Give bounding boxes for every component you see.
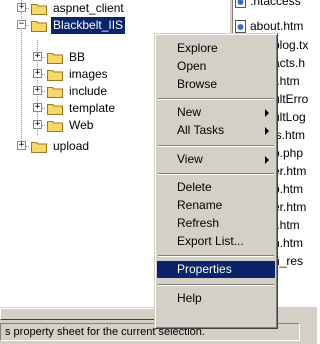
menu-item-open[interactable]: Open (157, 58, 275, 75)
context-menu: Explore Open Browse New All Tasks View D… (154, 33, 278, 329)
menu-item-label: Browse (177, 77, 218, 91)
menu-separator (158, 98, 274, 100)
menu-item-view[interactable]: View (157, 151, 275, 168)
expand-icon[interactable]: + (33, 103, 42, 112)
menu-item-label: Rename (177, 198, 223, 212)
tree-item-label: aspnet_client (53, 1, 124, 15)
menu-item-help[interactable]: Help (157, 290, 275, 307)
menu-item-rename[interactable]: Rename (157, 197, 275, 214)
collapse-icon[interactable]: − (17, 20, 26, 29)
menu-item-label: Help (177, 291, 202, 305)
tree-item-label: template (69, 101, 116, 115)
tree-item-label: upload (53, 139, 90, 153)
expand-icon[interactable]: + (33, 86, 42, 95)
menu-item-new[interactable]: New (157, 104, 275, 121)
menu-item-label: Delete (177, 180, 212, 194)
file-name: ultErro (273, 92, 309, 106)
folder-icon (47, 53, 63, 64)
tree-item-label: include (69, 84, 108, 98)
menu-item-label: Properties (177, 262, 232, 276)
menu-item-browse[interactable]: Browse (157, 76, 275, 93)
tree-item-blackbelt-iis[interactable]: − Blackbelt_IIS (0, 16, 229, 35)
folder-icon (31, 142, 47, 153)
folder-icon (47, 87, 63, 98)
open-folder-icon (31, 21, 47, 32)
file-name: blog.tx (273, 38, 309, 52)
file-name: .htaccess (250, 0, 301, 8)
submenu-arrow-icon (265, 109, 269, 117)
submenu-arrow-icon (265, 127, 269, 135)
menu-item-label: All Tasks (177, 123, 225, 137)
expand-icon[interactable]: + (33, 69, 42, 78)
submenu-arrow-icon (265, 156, 269, 164)
menu-item-properties[interactable]: Properties (157, 261, 275, 278)
menu-item-delete[interactable]: Delete (157, 179, 275, 196)
tree-item-aspnet-client[interactable]: + aspnet_client (0, 0, 229, 17)
menu-item-all-tasks[interactable]: All Tasks (157, 122, 275, 139)
folder-icon (31, 4, 47, 15)
file-name: about.htm (250, 19, 304, 33)
tree-item-label: Web (69, 118, 94, 132)
menu-item-label: Open (177, 59, 207, 73)
tree-item-label: Blackbelt_IIS (49, 16, 127, 35)
menu-item-refresh[interactable]: Refresh (157, 215, 275, 232)
folder-icon (47, 70, 63, 81)
menu-separator (158, 173, 274, 175)
menu-item-export-list[interactable]: Export List... (157, 233, 275, 250)
menu-item-label: New (177, 105, 202, 119)
tree-item-label: images (69, 67, 108, 81)
file-name: er.htm (273, 164, 307, 178)
menu-item-label: Refresh (177, 216, 220, 230)
web-file-icon (235, 20, 246, 33)
folder-icon (47, 104, 63, 115)
menu-separator (158, 145, 274, 147)
menu-item-label: Export List... (177, 234, 244, 248)
menu-item-label: View (177, 152, 203, 166)
expand-icon[interactable]: + (33, 52, 42, 61)
folder-icon (47, 121, 63, 132)
web-file-icon (235, 0, 246, 8)
menu-separator (158, 284, 274, 286)
menu-item-label: Explore (177, 41, 218, 55)
menu-item-explore[interactable]: Explore (157, 40, 275, 57)
tree-item-label: BB (69, 50, 86, 64)
menu-separator (158, 255, 274, 257)
expand-icon[interactable]: + (17, 3, 26, 12)
expand-icon[interactable]: + (33, 120, 42, 129)
expand-icon[interactable]: + (17, 141, 26, 150)
file-name: er.htm (273, 200, 307, 214)
